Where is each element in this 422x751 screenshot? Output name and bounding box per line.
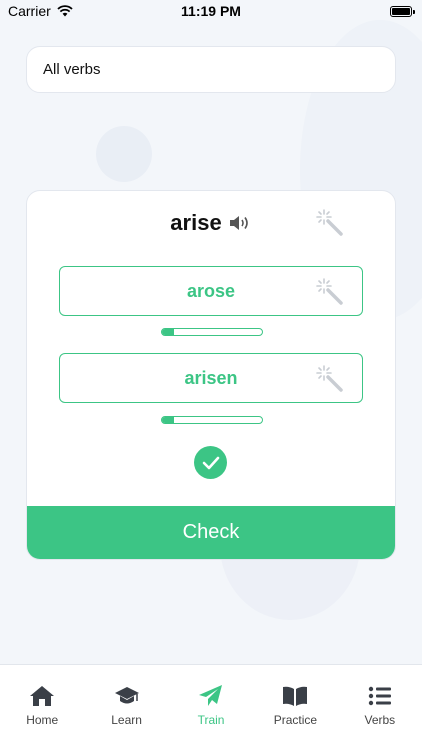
- check-button[interactable]: Check: [27, 506, 395, 559]
- magic-wand-icon[interactable]: [315, 277, 345, 307]
- progress-fill: [162, 417, 174, 423]
- tab-home[interactable]: Home: [0, 665, 84, 751]
- magic-wand-icon[interactable]: [315, 364, 345, 394]
- tab-practice[interactable]: Practice: [253, 665, 337, 751]
- status-time: 11:19 PM: [181, 3, 241, 19]
- tab-label: Learn: [111, 713, 142, 727]
- tab-learn[interactable]: Learn: [84, 665, 168, 751]
- tab-train[interactable]: Train: [169, 665, 253, 751]
- tab-label: Train: [197, 713, 225, 727]
- status-bar: Carrier 11:19 PM: [0, 0, 422, 22]
- home-icon: [30, 686, 55, 706]
- background-decoration: [96, 126, 152, 182]
- graduation-cap-icon: [114, 687, 139, 704]
- paper-plane-icon: [199, 685, 223, 706]
- answer-text: arisen: [184, 367, 238, 388]
- verb-word: arise: [170, 210, 222, 235]
- progress-bar-past-simple: [161, 328, 263, 336]
- speaker-icon[interactable]: [228, 213, 252, 233]
- progress-bar-past-participle: [161, 416, 263, 424]
- tab-verbs[interactable]: Verbs: [338, 665, 422, 751]
- correct-checkmark-icon: [194, 446, 227, 479]
- answer-text: arose: [186, 280, 236, 301]
- battery-icon: [390, 5, 415, 17]
- training-card: arise arose arisen Check: [26, 190, 396, 560]
- tab-label: Home: [26, 713, 59, 727]
- tab-label: Practice: [273, 713, 318, 727]
- list-icon: [368, 686, 391, 706]
- tab-label: Verbs: [364, 713, 396, 727]
- tab-bar: Home Learn Train Practice Verbs: [0, 664, 422, 751]
- book-icon: [283, 686, 308, 706]
- filter-label: All verbs: [43, 61, 101, 78]
- progress-fill: [162, 329, 174, 335]
- verb-filter-selector[interactable]: All verbs: [26, 46, 396, 93]
- magic-wand-icon[interactable]: [315, 208, 345, 238]
